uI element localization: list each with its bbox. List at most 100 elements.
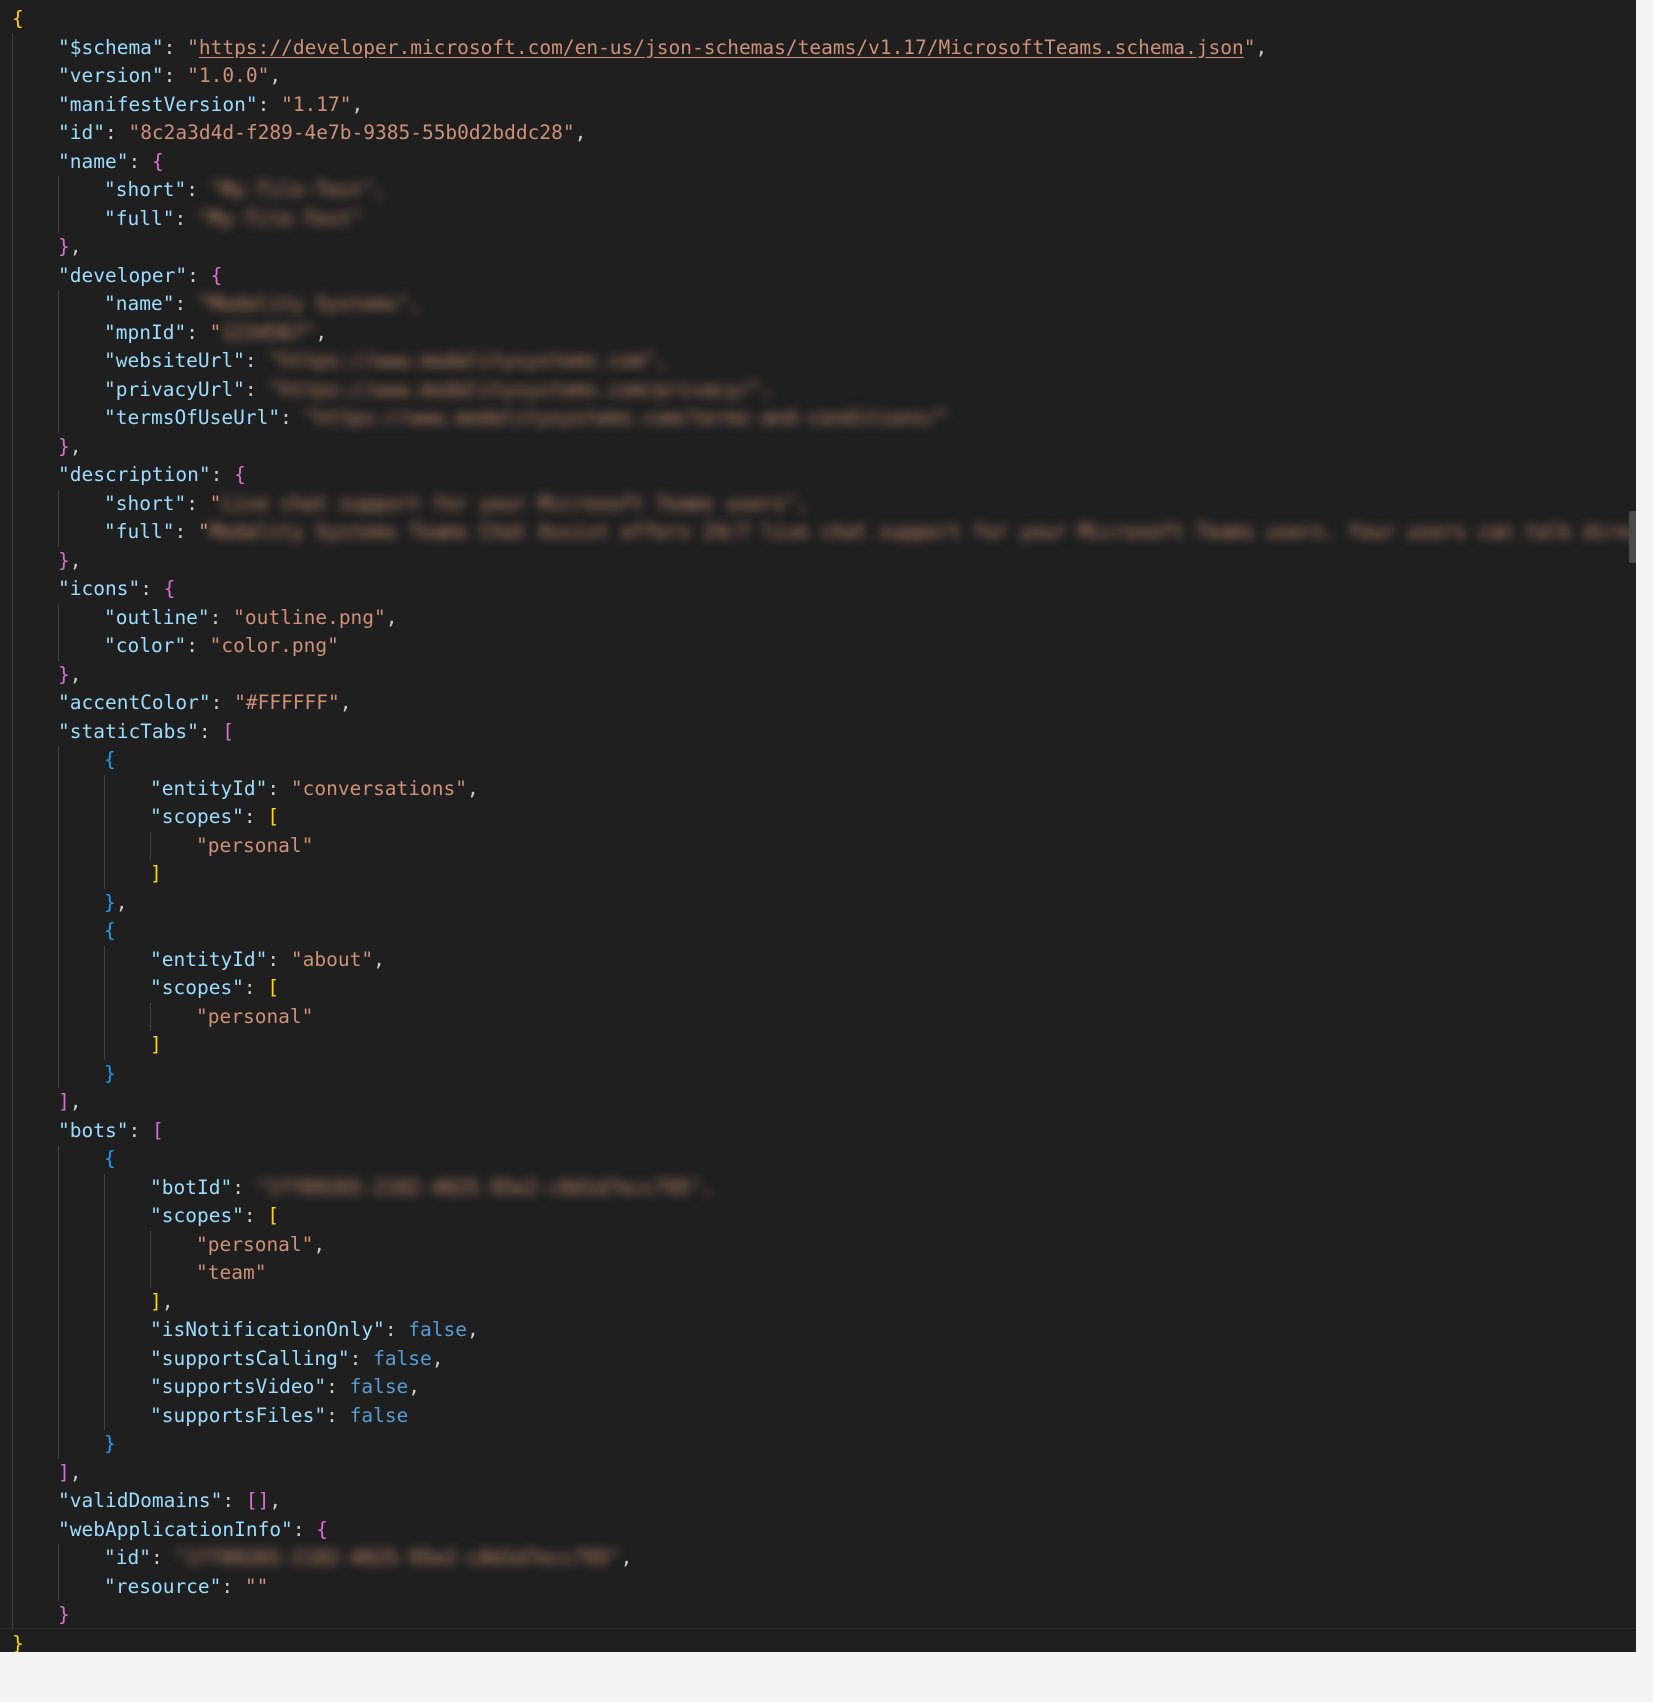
code-token: "id" [58,121,105,144]
code-token: } [58,548,70,572]
code-token: "bots" [58,1118,129,1142]
code-token: "staticTabs" [58,719,199,743]
code-line: "short": "Live chat support for your Mic… [104,490,808,519]
code-token: [ [151,1118,164,1142]
code-token: "scopes" [150,805,244,828]
code-token: : [209,605,234,629]
indent-guide [104,945,105,1060]
code-token: 1234567" [221,320,316,344]
code-token: "$schema" [58,35,164,59]
code-line: "accentColor": "#FFFFFF", [58,689,352,718]
code-token: "personal" [196,1232,314,1256]
code-token: { [104,748,116,771]
code-token: "entityId" [150,947,268,971]
code-token: "1.17" [281,92,352,116]
code-line: "short": "My-Tile-Test", [104,176,386,205]
code-token: } [58,662,70,686]
code-line: "version": "1.0.0", [58,62,281,91]
code-token: "privacyUrl" [104,377,245,401]
code-token: : [244,349,269,372]
code-line: "developer": { [58,262,222,291]
code-token: " [209,491,222,515]
code-token: "manifestVersion" [58,92,258,116]
indent-guide [150,831,151,860]
code-token: Modality Systems Teams Chat Assist offer… [209,520,1636,543]
code-line: "manifestVersion": "1.17", [58,91,363,120]
code-token: , [69,548,82,572]
code-token: "" [244,1574,269,1598]
code-token: "short" [104,178,187,201]
code-token: Live chat support for your Microsoft Tea… [221,491,809,515]
code-line: "team" [196,1259,266,1288]
code-token: "short" [104,491,187,515]
code-token: "resource" [104,1574,222,1598]
code-token: "version" [58,64,164,87]
code-token: " [1243,35,1256,59]
code-token: "My-Tile-Test" [197,206,363,230]
code-token: "botId" [150,1175,233,1199]
code-token: , [69,662,82,686]
indent-guide [58,176,59,233]
code-token: "https://www.modalitysystems.com/privacy… [268,377,774,401]
code-token: , [620,1546,633,1569]
code-token: "personal" [196,1004,314,1028]
code-token: : [280,406,304,429]
code-line: "isNotificationOnly": false, [150,1316,479,1345]
code-line: "websiteUrl": "https://www.modalitysyste… [104,347,668,376]
code-line: } [58,1601,70,1630]
code-token: : [243,805,268,828]
code-token: "description" [58,463,211,486]
code-line: { [104,1145,116,1174]
code-line: { [104,746,116,775]
indent-guide [150,1230,151,1288]
code-line: }, [58,233,82,262]
code-token: : [244,377,269,401]
code-line: "personal" [196,1003,313,1032]
code-token: "color.png" [209,634,339,657]
code-token: "websiteUrl" [104,349,245,372]
code-token: , [115,890,128,914]
code-token: , [269,64,282,87]
code-token: { [210,263,223,287]
code-line: "entityId": "conversations", [150,775,479,804]
code-line: "personal" [196,832,313,861]
code-token: : [174,520,198,543]
code-token: : [186,491,210,515]
code-line: "bots": [ [58,1117,164,1146]
code-token: : [150,1546,175,1569]
code-token: { [12,7,24,30]
horizontal-scrollbar-thumb[interactable] [1629,511,1636,563]
code-token: false [349,1403,409,1427]
code-token: : [174,206,198,230]
code-line: "outline": "outline.png", [104,604,398,633]
code-line: "scopes": [ [150,803,279,832]
indent-guide [104,774,105,889]
code-token: ] [58,1090,70,1113]
code-line: "validDomains": [], [58,1487,281,1516]
code-token: "name" [104,292,175,315]
code-token: } [58,1603,70,1626]
code-token: "team" [196,1261,267,1284]
code-token: ] [150,1289,162,1313]
code-token: : [267,947,291,971]
code-token: : [104,121,129,144]
code-token: , [1255,35,1268,59]
code-line: "scopes": [ [150,1202,279,1231]
editor-bottom-border [0,1628,1636,1629]
code-token: [ [267,976,280,999]
code-token: : [198,719,223,743]
code-line: "name": { [58,148,164,177]
code-token: "outline.png" [233,605,386,629]
code-token: , [408,1375,421,1398]
code-line: "supportsFiles": false [150,1402,408,1431]
code-token: , [69,1460,82,1484]
code-token: ] [58,1460,70,1484]
code-token: "developer" [58,263,188,287]
code-token: "scopes" [150,976,244,999]
code-token: : [128,1118,152,1142]
code-token: : [128,149,152,173]
code-token: false [373,1346,432,1370]
code-editor[interactable]: {"$schema": "https://developer.microsoft… [0,0,1636,1652]
code-line: "id": "1ff09265-2182-4825-95e2-c0d1d7ecc… [104,1544,632,1573]
code-token: "supportsCalling" [150,1346,350,1370]
